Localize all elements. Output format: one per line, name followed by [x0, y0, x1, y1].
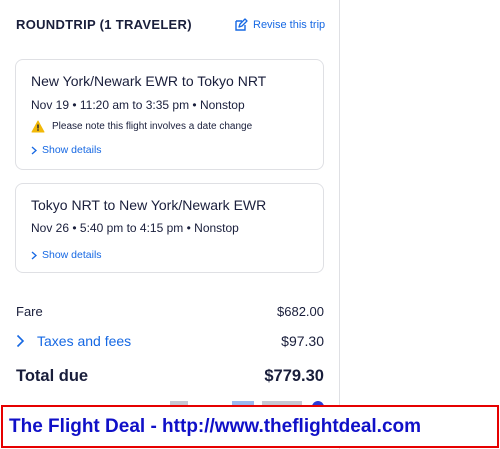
revise-trip-label: Revise this trip: [253, 19, 326, 31]
taxes-toggle[interactable]: Taxes and fees: [16, 333, 131, 349]
chevron-right-icon: [31, 146, 37, 154]
taxes-row: Taxes and fees $97.30: [16, 333, 324, 349]
fare-row: Fare $682.00: [16, 304, 324, 319]
chevron-right-icon: [31, 251, 37, 259]
edit-icon: [235, 18, 248, 31]
trip-type-title: ROUNDTRIP (1 TRAVELER): [16, 17, 192, 32]
trip-summary-panel: ROUNDTRIP (1 TRAVELER) Revise this trip …: [0, 0, 340, 449]
show-details-link[interactable]: Show details: [31, 249, 102, 261]
total-label: Total due: [16, 367, 89, 385]
show-details-link[interactable]: Show details: [31, 144, 102, 156]
flight-times: Nov 26 • 5:40 pm to 4:15 pm • Nonstop: [31, 221, 239, 235]
flight-route: Tokyo NRT to New York/Newark EWR: [31, 197, 267, 213]
fare-label: Fare: [16, 304, 43, 319]
warning-text: Please note this flight involves a date …: [52, 121, 253, 132]
flight-card-return: Tokyo NRT to New York/Newark EWR Nov 26 …: [15, 183, 324, 273]
banner-text: The Flight Deal - http://www.theflightde…: [9, 415, 422, 437]
flight-card-outbound: New York/Newark EWR to Tokyo NRT Nov 19 …: [15, 59, 324, 170]
show-details-label: Show details: [42, 249, 102, 261]
total-row: Total due $779.30: [16, 367, 324, 386]
watermark-banner: The Flight Deal - http://www.theflightde…: [1, 405, 499, 448]
chevron-right-icon: [16, 334, 25, 348]
warning-icon: [31, 120, 45, 133]
flight-times: Nov 19 • 11:20 am to 3:35 pm • Nonstop: [31, 98, 245, 112]
taxes-value: $97.30: [281, 333, 324, 349]
date-change-warning: Please note this flight involves a date …: [31, 120, 252, 133]
show-details-label: Show details: [42, 144, 102, 156]
total-value: $779.30: [264, 367, 324, 385]
fare-value: $682.00: [277, 304, 324, 319]
flight-route: New York/Newark EWR to Tokyo NRT: [31, 73, 267, 89]
taxes-label: Taxes and fees: [37, 333, 132, 349]
revise-trip-link[interactable]: Revise this trip: [234, 18, 325, 32]
